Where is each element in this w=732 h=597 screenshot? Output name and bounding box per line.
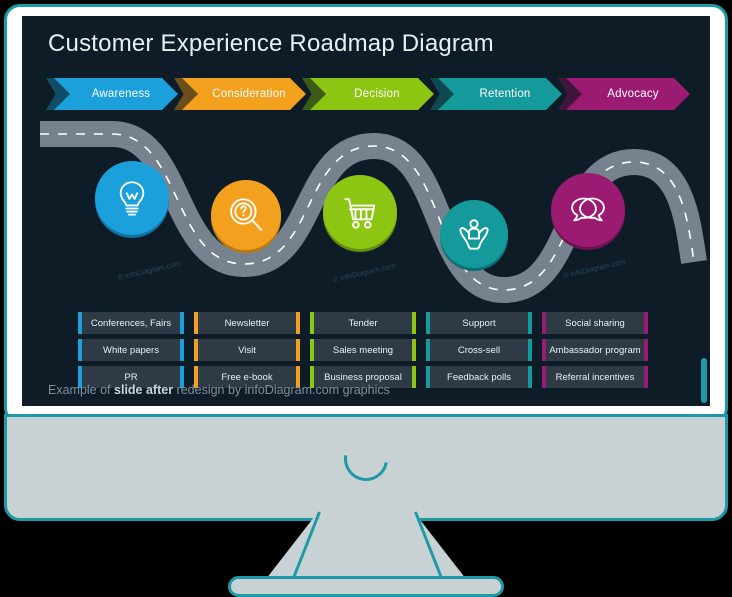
table-cell[interactable]: Cross-sell bbox=[426, 339, 532, 361]
cell-accent-bar-left bbox=[426, 312, 430, 334]
cell-accent-bar-right bbox=[412, 366, 416, 388]
stage-node-advocacy[interactable] bbox=[551, 173, 625, 247]
stage-ribbon: Awareness Consideration Decision Retention A… bbox=[46, 78, 686, 114]
stage-chevron-label: Awareness bbox=[91, 88, 151, 100]
screenshot-root: Customer Experience Roadmap Diagram Awar… bbox=[0, 0, 732, 597]
stage-node-consideration[interactable] bbox=[211, 180, 281, 250]
slide-canvas: Customer Experience Roadmap Diagram Awar… bbox=[22, 16, 710, 406]
cell-accent-bar-right bbox=[528, 366, 532, 388]
cell-accent-bar-right bbox=[644, 312, 648, 334]
table-row: White papers Visit Sales meeting Cross-sell… bbox=[78, 339, 648, 361]
table-cell-label: Cross-sell bbox=[457, 344, 501, 356]
cell-accent-bar-right bbox=[528, 312, 532, 334]
stage-chevron-consideration[interactable]: Consideration bbox=[182, 78, 306, 110]
table-cell-label: Referral incentives bbox=[555, 371, 635, 383]
cell-accent-bar-left bbox=[542, 339, 546, 361]
table-cell[interactable]: Support bbox=[426, 312, 532, 334]
vertical-scrollbar-thumb[interactable] bbox=[701, 358, 707, 403]
table-cell-label: PR bbox=[124, 371, 138, 383]
table-cell[interactable]: Ambassador program bbox=[542, 339, 648, 361]
lightbulb-icon bbox=[111, 177, 153, 219]
cell-accent-bar-right bbox=[528, 339, 532, 361]
table-cell-label: Conferences, Fairs bbox=[90, 317, 172, 329]
cell-accent-bar-left bbox=[78, 339, 82, 361]
touchpoint-table: Conferences, Fairs Newsletter Tender Suppor… bbox=[78, 312, 648, 393]
table-cell[interactable]: Visit bbox=[194, 339, 300, 361]
cell-accent-bar-left bbox=[310, 312, 314, 334]
cell-accent-bar-left bbox=[194, 312, 198, 334]
shopping-cart-icon bbox=[338, 190, 382, 234]
table-cell[interactable]: Sales meeting bbox=[310, 339, 416, 361]
table-cell-label: Support bbox=[462, 317, 496, 329]
table-cell-label: Newsletter bbox=[224, 317, 270, 329]
table-cell-label: Social sharing bbox=[565, 317, 625, 329]
table-cell-label: Ambassador program bbox=[549, 344, 641, 356]
cell-accent-bar-right bbox=[296, 312, 300, 334]
table-cell-label: Tender bbox=[348, 317, 378, 329]
monitor-stand-base bbox=[228, 576, 504, 597]
footer-bold: slide after bbox=[114, 383, 174, 397]
cell-accent-bar-right bbox=[296, 339, 300, 361]
speech-bubbles-icon bbox=[565, 187, 611, 233]
cell-accent-bar-left bbox=[310, 339, 314, 361]
cell-accent-bar-left bbox=[194, 339, 198, 361]
cell-accent-bar-right bbox=[180, 339, 184, 361]
cell-accent-bar-left bbox=[426, 366, 430, 388]
table-cell[interactable]: Tender bbox=[310, 312, 416, 334]
stage-node-awareness[interactable] bbox=[95, 161, 169, 235]
cell-accent-bar-right bbox=[412, 339, 416, 361]
stage-chevron-label: Decision bbox=[354, 88, 400, 100]
footer-prefix: Example of bbox=[48, 383, 115, 397]
stage-chevron-label: Retention bbox=[479, 88, 531, 100]
stage-node-retention[interactable] bbox=[440, 200, 508, 268]
magnifier-question-icon bbox=[225, 194, 267, 236]
table-cell-label: Feedback polls bbox=[447, 371, 511, 383]
cell-accent-bar-left bbox=[542, 366, 546, 388]
cell-accent-bar-right bbox=[412, 312, 416, 334]
cell-accent-bar-right bbox=[180, 312, 184, 334]
stage-chevron-decision[interactable]: Decision bbox=[310, 78, 434, 110]
table-row: Conferences, Fairs Newsletter Tender Suppor… bbox=[78, 312, 648, 334]
table-cell[interactable]: Referral incentives bbox=[542, 366, 648, 388]
stage-chevron-retention[interactable]: Retention bbox=[438, 78, 562, 110]
table-cell[interactable]: Conferences, Fairs bbox=[78, 312, 184, 334]
table-cell[interactable]: Social sharing bbox=[542, 312, 648, 334]
slide-footer: Example of slide after redesign by infoD… bbox=[48, 383, 390, 397]
table-cell-label: Free e-book bbox=[221, 371, 273, 383]
stage-node-decision[interactable] bbox=[323, 175, 397, 249]
stage-chevron-label: Advocacy bbox=[607, 88, 659, 100]
table-cell[interactable]: White papers bbox=[78, 339, 184, 361]
cell-accent-bar-left bbox=[78, 312, 82, 334]
cell-accent-bar-right bbox=[644, 366, 648, 388]
stage-chevron-awareness[interactable]: Awareness bbox=[54, 78, 178, 110]
table-cell-label: Business proposal bbox=[324, 371, 402, 383]
stage-chevron-advocacy[interactable]: Advocacy bbox=[566, 78, 690, 110]
page-title: Customer Experience Roadmap Diagram bbox=[48, 30, 494, 57]
cell-accent-bar-left bbox=[542, 312, 546, 334]
cell-accent-bar-left bbox=[426, 339, 430, 361]
hands-person-icon bbox=[452, 212, 496, 256]
table-cell-label: Visit bbox=[238, 344, 256, 356]
stage-chevron-label: Consideration bbox=[212, 88, 286, 100]
table-cell-label: White papers bbox=[103, 344, 159, 356]
footer-suffix: redesign by infoDiagram.com graphics bbox=[173, 383, 390, 397]
table-cell[interactable]: Feedback polls bbox=[426, 366, 532, 388]
cell-accent-bar-right bbox=[644, 339, 648, 361]
table-cell-label: Sales meeting bbox=[332, 344, 394, 356]
table-cell[interactable]: Newsletter bbox=[194, 312, 300, 334]
